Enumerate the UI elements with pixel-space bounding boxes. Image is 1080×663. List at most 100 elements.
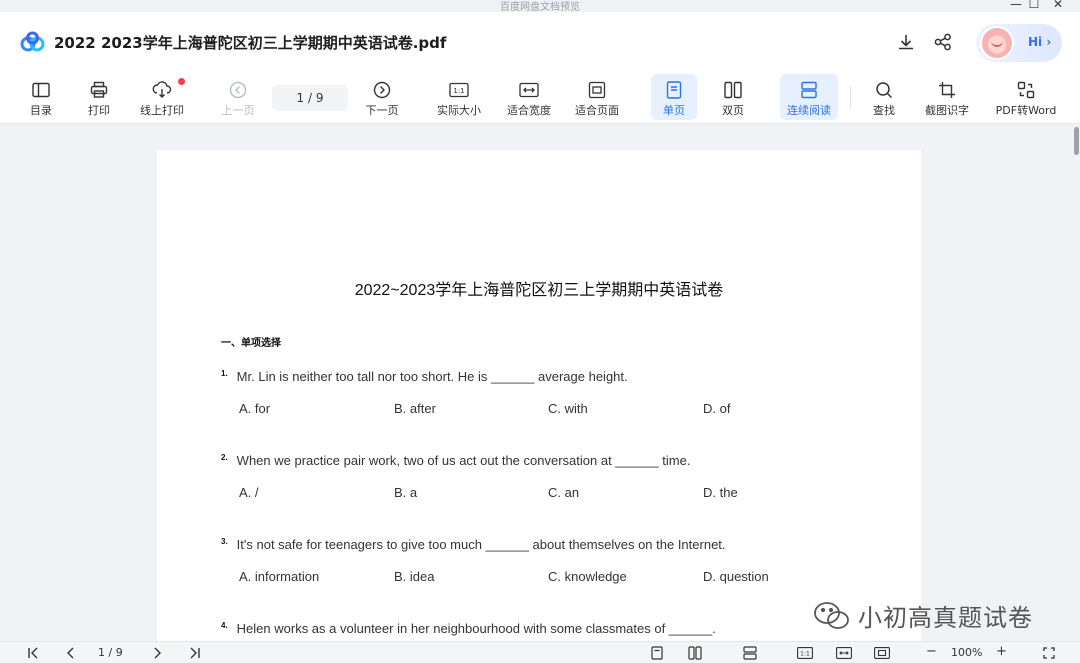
next-page-icon[interactable] (148, 645, 166, 661)
question-text: Helen works as a volunteer in her neighb… (236, 621, 716, 636)
maximize-button[interactable]: ☐ (1022, 0, 1046, 11)
sidebar-icon (31, 80, 51, 100)
single-page-icon (664, 80, 684, 100)
question-number: 1. (221, 369, 228, 378)
option-3d: D. question (703, 569, 769, 584)
baidu-netdisk-logo-icon (20, 31, 45, 52)
search-icon (874, 80, 894, 100)
header: 2022 2023学年上海普陀区初三上学期期中英语试卷.pdf Hi › (0, 12, 1080, 72)
single-page-small-icon[interactable] (648, 645, 666, 661)
statusbar: 1 / 9 1:1 − 100% + (0, 641, 1080, 663)
zoom-out-button[interactable]: − (926, 644, 937, 659)
screenshot-ocr-label: 截图识字 (925, 104, 969, 117)
online-print-label: 线上打印 (140, 104, 184, 117)
question-4: 4. Helen works as a volunteer in her neig… (221, 621, 716, 636)
toolbar: 目录 打印 线上打印 上一页 1 / 9 下一页 1:1 实际大小 适合宽度 适… (0, 72, 1080, 124)
svg-text:1:1: 1:1 (453, 87, 464, 95)
watermark: 小初高真题试卷 (812, 598, 1033, 633)
question-number: 2. (221, 453, 228, 462)
toc-button[interactable]: 目录 (18, 74, 64, 120)
fullscreen-icon[interactable] (1040, 645, 1058, 661)
crop-icon (937, 80, 957, 100)
fit-width-small-icon[interactable] (834, 645, 854, 661)
fit-width-label: 适合宽度 (507, 104, 551, 117)
option-2d: D. the (703, 485, 738, 500)
assistant-button[interactable]: Hi › (976, 24, 1062, 62)
option-2b: B. a (394, 485, 418, 500)
find-button[interactable]: 查找 (862, 74, 906, 120)
prev-label: 上一页 (221, 104, 255, 117)
wechat-icon (814, 601, 849, 629)
zoom-in-button[interactable]: + (996, 644, 1007, 659)
double-page-label: 双页 (722, 104, 744, 117)
screenshot-ocr-button[interactable]: 截图识字 (918, 74, 976, 120)
double-page-button[interactable]: 双页 (710, 74, 756, 120)
watermark-text: 小初高真题试卷 (858, 604, 1033, 632)
print-button[interactable]: 打印 (76, 74, 122, 120)
option-3a: A. information (239, 569, 320, 584)
window-titlebar: 百度网盘文档预览 — ☐ ✕ (0, 0, 1080, 13)
fit-page-icon (587, 80, 607, 100)
question-number: 4. (221, 621, 228, 630)
document-title: 2022 2023学年上海普陀区初三上学期期中英语试卷.pdf (54, 34, 447, 52)
convert-icon (1016, 80, 1036, 100)
option-1c: C. with (548, 401, 588, 416)
fit-width-button[interactable]: 适合宽度 (500, 74, 558, 120)
chevron-left-circle-icon (228, 80, 248, 100)
fit-page-button[interactable]: 适合页面 (568, 74, 626, 120)
continuous-read-button[interactable]: 连续阅读 (780, 74, 838, 120)
download-icon[interactable] (895, 31, 917, 53)
actual-size-small-icon[interactable]: 1:1 (795, 645, 815, 661)
vertical-scrollbar[interactable] (1072, 125, 1080, 641)
zoom-level[interactable]: 100% (951, 646, 982, 659)
fit-page-label: 适合页面 (575, 104, 619, 117)
option-3b: B. idea (394, 569, 435, 584)
actual-size-icon: 1:1 (449, 80, 469, 100)
question-1: 1. Mr. Lin is neither too tall nor too sh… (221, 369, 628, 384)
fit-width-icon (519, 80, 539, 100)
option-1d: D. of (703, 401, 731, 416)
hi-label: Hi › (1028, 35, 1052, 49)
share-icon[interactable] (932, 31, 954, 53)
last-page-icon[interactable] (186, 645, 204, 661)
option-1b: B. after (394, 401, 436, 416)
fit-page-small-icon[interactable] (872, 645, 892, 661)
pdf-to-word-button[interactable]: PDF转Word (990, 74, 1062, 120)
actual-size-label: 实际大小 (437, 104, 481, 117)
printer-icon (89, 80, 109, 100)
option-1a: A. for (239, 401, 271, 416)
toc-label: 目录 (30, 104, 52, 117)
continuous-read-label: 连续阅读 (787, 104, 831, 117)
question-text: Mr. Lin is neither too tall nor too shor… (236, 369, 628, 384)
section-heading: 一、单项选择 (221, 338, 281, 349)
prev-page-button[interactable]: 上一页 (214, 74, 262, 120)
next-page-button[interactable]: 下一页 (358, 74, 406, 120)
toolbar-divider (850, 86, 851, 110)
next-label: 下一页 (365, 104, 399, 117)
question-3: 3. It's not safe for teenagers to give to… (221, 537, 726, 552)
pdf-to-word-label: PDF转Word (995, 104, 1057, 117)
continuous-read-icon (799, 80, 819, 100)
document-viewer[interactable]: 2022~2023学年上海普陀区初三上学期期中英语试卷 一、单项选择 1. Mr.… (0, 125, 1072, 641)
question-text: When we practice pair work, two of us ac… (236, 453, 691, 468)
continuous-small-icon[interactable] (741, 645, 759, 661)
prev-page-icon[interactable] (62, 645, 80, 661)
question-2: 2. When we practice pair work, two of us … (221, 453, 690, 468)
option-2c: C. an (548, 485, 580, 500)
paper-title: 2022~2023学年上海普陀区初三上学期期中英语试卷 (354, 282, 724, 299)
double-page-small-icon[interactable] (686, 645, 704, 661)
scrollbar-thumb[interactable] (1074, 127, 1079, 155)
avatar (980, 26, 1014, 60)
close-button[interactable]: ✕ (1046, 0, 1070, 11)
option-2a: A. / (239, 485, 259, 500)
double-page-icon (723, 80, 743, 100)
actual-size-button[interactable]: 1:1 实际大小 (430, 74, 488, 120)
status-page-indicator[interactable]: 1 / 9 (98, 646, 123, 659)
print-label: 打印 (88, 104, 110, 117)
chevron-right-circle-icon (372, 80, 392, 100)
page-number-input[interactable]: 1 / 9 (272, 85, 348, 111)
first-page-icon[interactable] (24, 645, 42, 661)
question-number: 3. (221, 537, 228, 546)
notification-dot (178, 78, 185, 85)
single-page-button[interactable]: 单页 (651, 74, 697, 120)
